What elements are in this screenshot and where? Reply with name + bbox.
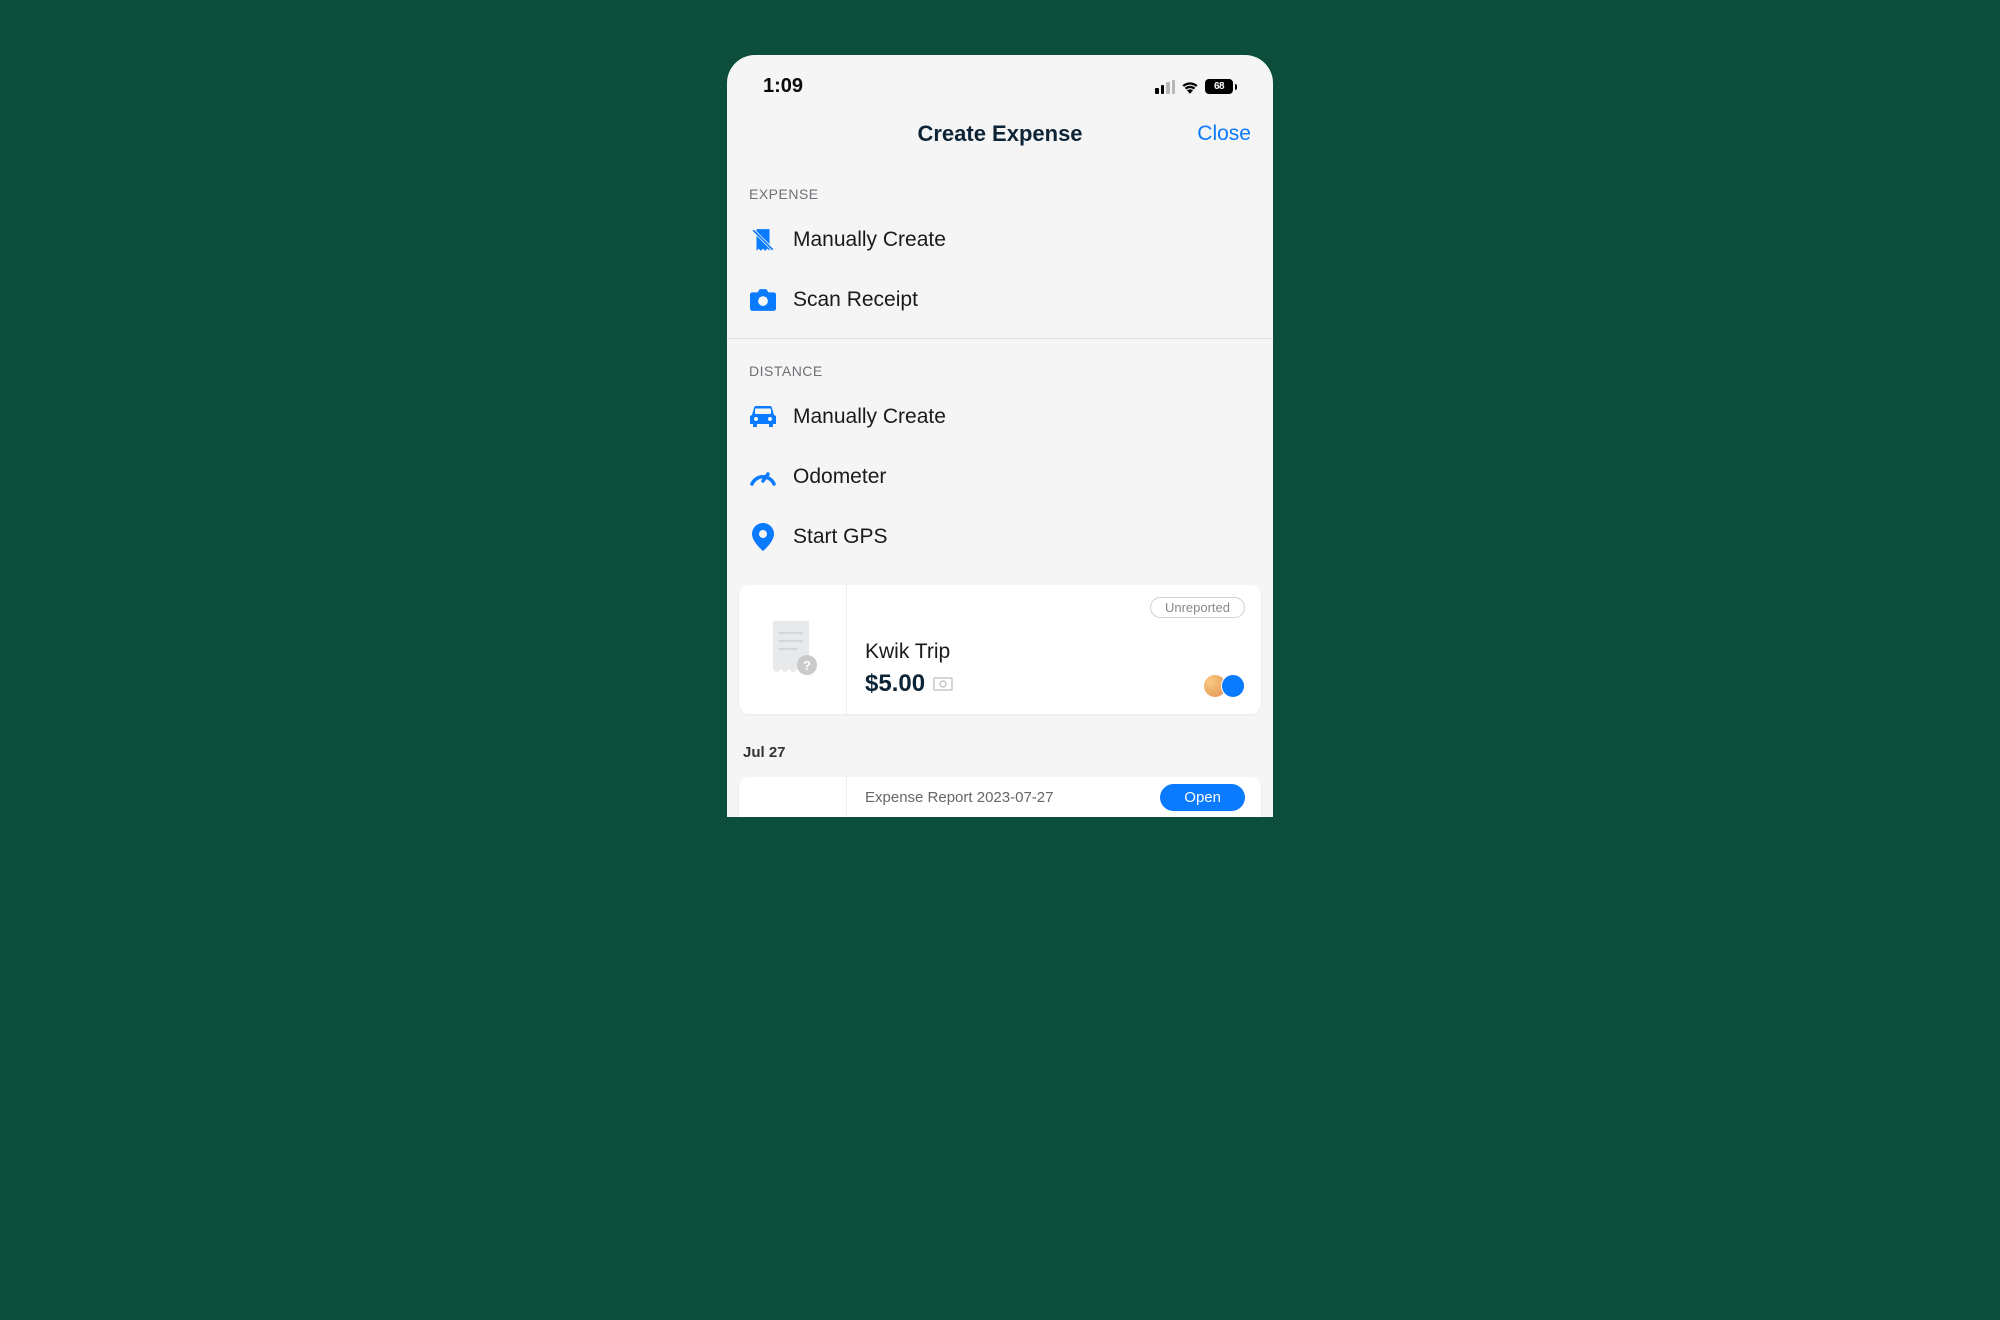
menu-label: Scan Receipt — [793, 288, 918, 312]
participant-avatars — [1209, 674, 1245, 698]
section-label-expense: EXPENSE — [727, 162, 1273, 210]
pin-icon — [749, 523, 777, 551]
page-header: Create Expense Close — [727, 106, 1273, 162]
status-icons: 68 — [1155, 79, 1237, 94]
menu-label: Manually Create — [793, 405, 946, 429]
distance-odometer[interactable]: Odometer — [727, 447, 1273, 507]
status-time: 1:09 — [763, 75, 803, 98]
expense-card[interactable]: ? Unreported Kwik Trip $5.00 — [739, 585, 1261, 714]
expense-amount: $5.00 — [865, 670, 925, 698]
receipt-thumbnail: ? — [739, 585, 847, 714]
receipt-placeholder-icon: ? — [767, 619, 819, 681]
status-badge: Unreported — [1150, 597, 1245, 618]
menu-label: Start GPS — [793, 525, 888, 549]
wifi-icon — [1181, 80, 1199, 94]
open-button[interactable]: Open — [1160, 784, 1245, 811]
expense-content: Unreported Kwik Trip $5.00 — [847, 585, 1261, 714]
gauge-icon — [749, 463, 777, 491]
battery-level: 68 — [1205, 79, 1233, 94]
report-name: Expense Report 2023-07-27 — [865, 789, 1053, 806]
expense-scan-receipt[interactable]: Scan Receipt — [727, 270, 1273, 330]
menu-label: Odometer — [793, 465, 886, 489]
distance-manually-create[interactable]: Manually Create — [727, 387, 1273, 447]
camera-icon — [749, 286, 777, 314]
battery-icon: 68 — [1205, 79, 1237, 94]
cash-icon — [933, 677, 953, 691]
section-label-distance: DISTANCE — [727, 339, 1273, 387]
merchant-name: Kwik Trip — [865, 618, 1245, 664]
menu-label: Manually Create — [793, 228, 946, 252]
phone-screen: 1:09 68 Create Expense Close EXPENSE — [727, 55, 1273, 817]
date-header: Jul 27 — [727, 726, 1273, 769]
expense-manually-create[interactable]: Manually Create — [727, 210, 1273, 270]
report-thumbnail — [739, 777, 847, 817]
signal-icon — [1155, 80, 1175, 94]
car-icon — [749, 403, 777, 431]
close-button[interactable]: Close — [1197, 122, 1251, 146]
avatar — [1221, 674, 1245, 698]
status-bar: 1:09 68 — [727, 55, 1273, 106]
receipt-slash-icon — [749, 226, 777, 254]
svg-text:?: ? — [803, 658, 811, 673]
report-card[interactable]: Expense Report 2023-07-27 Open — [739, 777, 1261, 817]
distance-start-gps[interactable]: Start GPS — [727, 507, 1273, 567]
page-title: Create Expense — [917, 121, 1082, 147]
